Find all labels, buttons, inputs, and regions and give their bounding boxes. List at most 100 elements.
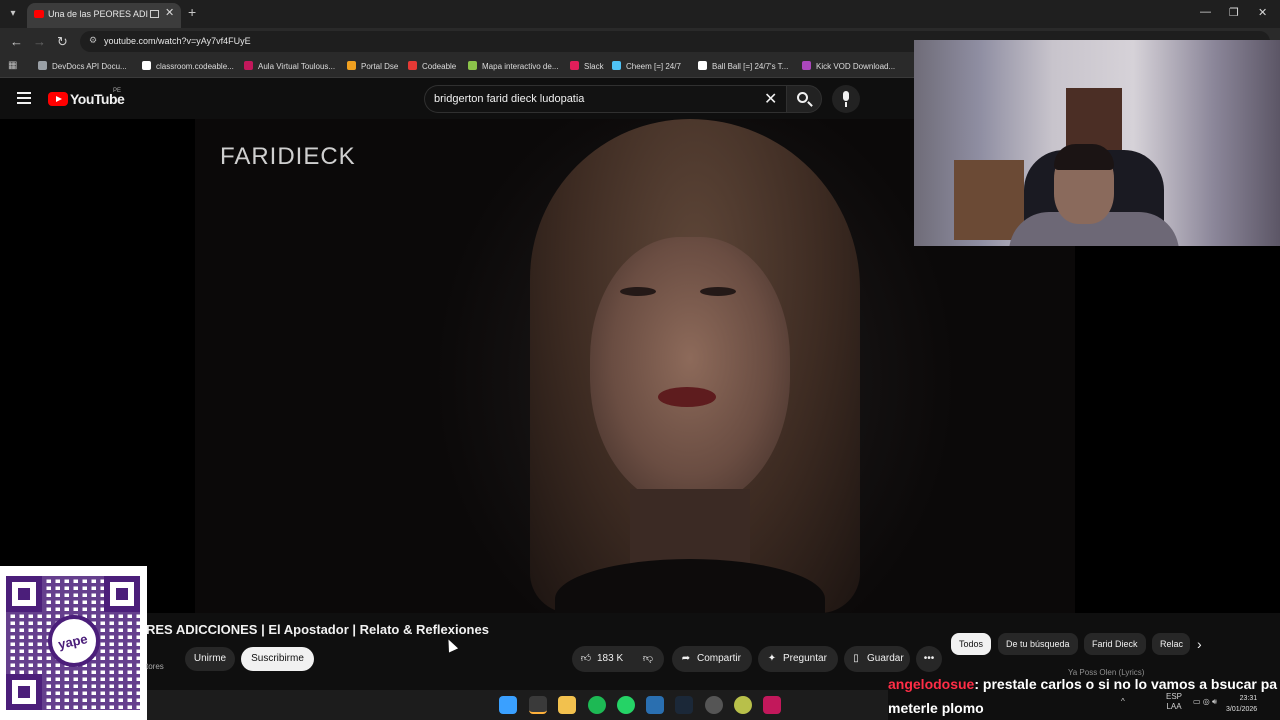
join-button[interactable]: Unirme [185, 647, 235, 671]
app-icon[interactable] [734, 696, 752, 714]
voice-search-icon[interactable] [832, 85, 860, 113]
close-window-button[interactable]: ✕ [1258, 6, 1267, 19]
subscribe-button[interactable]: Suscribirme [241, 647, 314, 671]
share-button[interactable]: ➦ Compartir [672, 646, 752, 672]
bookmark-label: classroom.codeable... [156, 62, 234, 71]
ask-button[interactable]: ✦ Preguntar [758, 646, 838, 672]
bookmark-favicon-icon [570, 61, 579, 70]
webcam-streamer-hair [1054, 144, 1114, 170]
forward-button[interactable]: → [33, 34, 46, 49]
tab-close-icon[interactable]: ✕ [165, 6, 174, 19]
video-frame-lips [658, 387, 716, 407]
sparkle-icon: ✦ [767, 653, 777, 664]
menu-icon[interactable] [17, 92, 31, 104]
like-dislike-group: 👍︎ 183 K 👎︎ [572, 646, 664, 672]
bookmark-favicon-icon [408, 61, 417, 70]
save-button[interactable]: ▯ Guardar [844, 646, 910, 672]
chip-farid-dieck[interactable]: Farid Dieck [1084, 633, 1146, 655]
language-code: ESP [1166, 692, 1183, 701]
bookmark-label: Slack [584, 62, 604, 71]
whatsapp-icon[interactable] [617, 696, 635, 714]
video-frame-eye [700, 287, 736, 296]
search-input[interactable]: bridgerton farid dieck ludopatia ✕ [424, 85, 786, 113]
steam-icon[interactable] [675, 696, 693, 714]
taskbar-clock[interactable]: 23:31 3/01/2026 [1226, 693, 1257, 715]
mouse-cursor-icon [443, 637, 459, 653]
chip-todos[interactable]: Todos [951, 633, 992, 655]
bookmark-item[interactable]: Portal Dse [347, 61, 398, 71]
clock-time: 23:31 [1239, 695, 1258, 702]
active-tab[interactable]: Una de las PEORES ADICCI ✕ [27, 3, 181, 28]
app-store-icon[interactable] [646, 696, 664, 714]
dislike-button[interactable]: 👎︎ [642, 646, 659, 672]
language-indicator[interactable]: ESP LAA [1166, 692, 1182, 712]
youtube-favicon-icon [34, 10, 44, 18]
minimize-button[interactable]: — [1200, 6, 1211, 18]
spotify-icon[interactable] [588, 696, 606, 714]
new-tab-button[interactable]: + [188, 4, 196, 20]
tab-search-icon[interactable]: ▾ [4, 5, 22, 23]
qr-finder [104, 576, 140, 612]
back-button[interactable]: ← [10, 34, 23, 49]
cast-icon [150, 10, 159, 18]
more-icon: ••• [923, 653, 935, 664]
file-explorer-icon[interactable] [558, 696, 576, 714]
more-actions-button[interactable]: ••• [916, 646, 942, 672]
chip-de-tu-busqueda[interactable]: De tu búsqueda [998, 633, 1078, 655]
chrome-icon[interactable] [529, 696, 547, 714]
chevron-right-icon[interactable]: › [1197, 636, 1202, 652]
apps-grid-icon[interactable]: ▦ [8, 60, 17, 71]
like-button[interactable]: 👍︎ 183 K [580, 646, 623, 672]
bookmark-favicon-icon [142, 61, 151, 70]
clock-date: 3/01/2026 [1226, 706, 1258, 713]
search-icon [797, 92, 808, 103]
windows-start-icon[interactable] [499, 696, 517, 714]
bookmark-label: DevDocs API Docu... [52, 62, 127, 71]
bookmark-item[interactable]: classroom.codeable... [142, 61, 234, 71]
bookmark-label: Codeable [422, 62, 457, 71]
clear-search-icon[interactable]: ✕ [764, 89, 777, 109]
search-button[interactable] [786, 85, 822, 113]
qr-finder [6, 576, 42, 612]
app-icon[interactable] [705, 696, 723, 714]
site-info-icon[interactable]: ⚙ [89, 35, 97, 46]
bookmark-item[interactable]: Kick VOD Download... [802, 61, 895, 71]
yape-logo-text: yape [56, 631, 89, 652]
region-code: PE [113, 88, 122, 94]
thumbs-up-icon: 👍︎ [580, 653, 592, 664]
share-label: Compartir [697, 653, 741, 664]
video-frame-eye [620, 287, 656, 296]
tray-overflow-icon[interactable]: ^ [1121, 697, 1125, 706]
bookmark-label: Mapa interactivo de... [482, 62, 559, 71]
reload-button[interactable]: ↻ [57, 34, 68, 50]
save-label: Guardar [867, 653, 904, 664]
network-volume-icon[interactable]: ▭ ◎ 🔊︎ [1193, 697, 1217, 707]
obs-icon[interactable] [763, 696, 781, 714]
tab-title: Una de las PEORES ADICCI [48, 9, 148, 19]
bookmark-icon: ▯ [853, 653, 859, 664]
chat-username: angelodosue [888, 676, 975, 692]
video-channel-watermark: FARIDIECK [220, 143, 356, 170]
bookmark-favicon-icon [802, 61, 811, 70]
bookmark-label: Ball Ball [=] 24/7's T... [712, 62, 789, 71]
bookmark-item[interactable]: Slack [570, 61, 604, 71]
bookmark-favicon-icon [347, 61, 356, 70]
thumbs-down-icon: 👎︎ [642, 653, 654, 664]
chip-related[interactable]: Relac [1152, 633, 1190, 655]
bookmark-item[interactable]: Ball Ball [=] 24/7's T... [698, 61, 788, 71]
ask-label: Preguntar [783, 653, 827, 664]
bookmark-item[interactable]: Cheem [=] 24/7 [612, 61, 681, 71]
maximize-button[interactable]: ❐ [1229, 6, 1239, 19]
webcam-shelf [954, 160, 1024, 240]
youtube-logo-icon[interactable] [48, 92, 68, 106]
bookmark-label: Portal Dse [361, 62, 399, 71]
bookmark-favicon-icon [38, 61, 47, 70]
webcam-overlay [914, 40, 1280, 246]
like-count: 183 K [597, 653, 624, 664]
bookmark-item[interactable]: Mapa interactivo de... [468, 61, 558, 71]
bookmark-label: Cheem [=] 24/7 [626, 62, 681, 71]
bookmark-item[interactable]: Aula Virtual Toulous... [244, 61, 335, 71]
video-title: RES ADICCIONES | El Apostador | Relato &… [146, 622, 489, 637]
bookmark-item[interactable]: DevDocs API Docu... [38, 61, 127, 71]
bookmark-item[interactable]: Codeable [408, 61, 456, 71]
